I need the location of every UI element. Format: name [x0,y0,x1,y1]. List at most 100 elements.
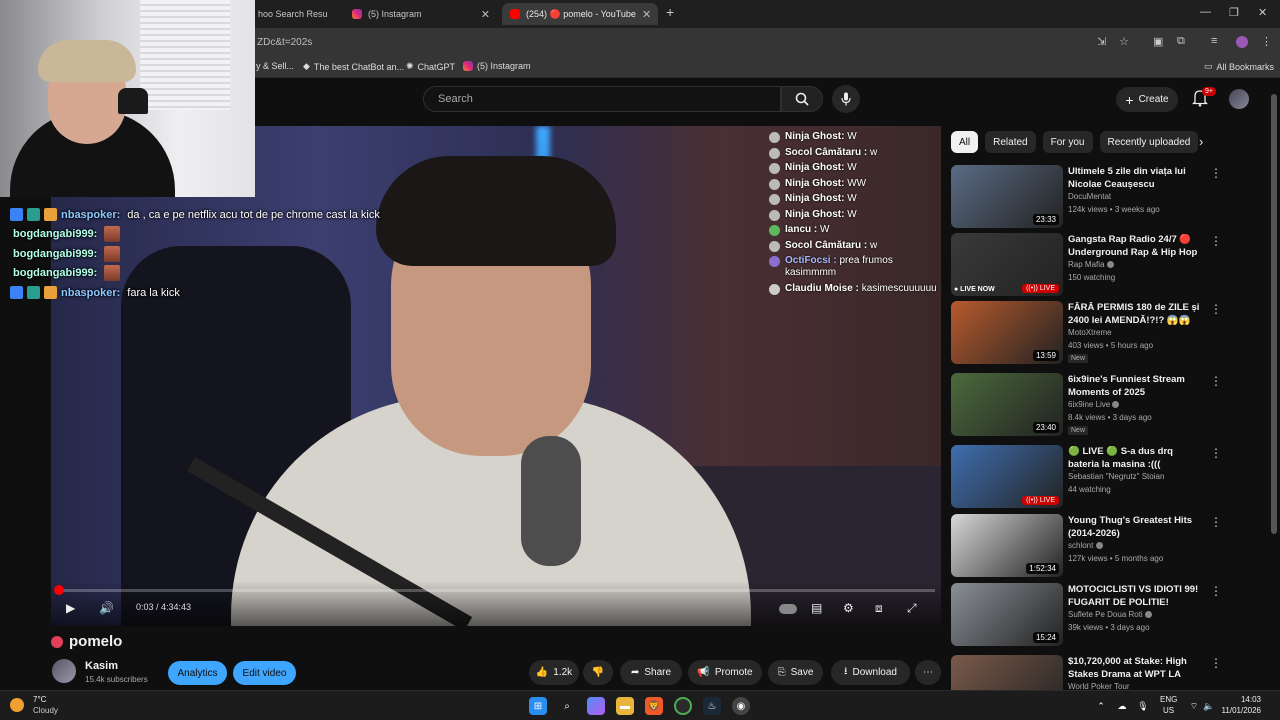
recommended-video[interactable]: ((•)) LIVE 🟢 LIVE 🟢 S-a dus drq bateria l… [951,445,1222,509]
more-vertical-icon[interactable]: ⋮ [1210,584,1222,598]
bookmark-item[interactable]: (5) Instagram [463,61,531,71]
video-player[interactable]: Ninja Ghost: W Socol Câmătaru : w Ninja Gh… [51,126,941,626]
video-thumbnail[interactable]: 23:40 [951,373,1063,436]
video-title[interactable]: FĂRĂ PERMIS 180 de ZILE și 2400 lei AMEN… [1068,302,1200,327]
recommended-video[interactable]: 15:24 MOTOCICLISTI VS IDIOTI 99! FUGARIT … [951,583,1222,647]
video-thumbnail[interactable]: 23:33 [951,165,1063,228]
recommended-video[interactable]: ((•)) LIVE ● LIVE NOW Gangsta Rap Radio 24… [951,233,1222,297]
clock-date[interactable]: 11/01/2026 [1220,706,1261,715]
file-explorer-icon[interactable]: ▬ [616,697,634,715]
create-button[interactable]: + Create [1116,87,1178,112]
play-icon[interactable]: ▶ [66,601,75,615]
fullscreen-icon[interactable]: ⤢ [907,601,917,616]
reading-list-icon[interactable]: ≡ [1211,35,1217,47]
profile-icon[interactable] [1236,36,1248,48]
more-vertical-icon[interactable]: ⋮ [1210,166,1222,180]
volume-icon[interactable]: 🔊 [99,601,114,615]
search-input[interactable]: Search [423,86,781,112]
all-bookmarks[interactable]: ▭ All Bookmarks [1204,61,1274,72]
video-thumbnail[interactable]: ((•)) LIVE [951,445,1063,508]
minimize-icon[interactable]: — [1200,6,1211,18]
close-window-icon[interactable]: ✕ [1258,6,1267,19]
video-title[interactable]: Young Thug's Greatest Hits (2014-2026) [1068,515,1200,540]
keyboard-region[interactable]: US [1163,706,1174,715]
chip-all[interactable]: All [951,131,979,153]
search-icon[interactable]: ⌕ [558,697,576,715]
video-title[interactable]: Gangsta Rap Radio 24/7 🔴 Underground Rap… [1068,234,1200,259]
tab-yahoo-search[interactable]: hoo Search Resu [250,3,342,25]
bookmark-item[interactable]: ◆ The best ChatBot an... [303,61,404,72]
channel-name[interactable]: 6ix9ine Live [1068,400,1120,409]
channel-name[interactable]: Rap Mafia [1068,260,1114,269]
video-title[interactable]: Ultimele 5 zile din viața lui Nicolae Ce… [1068,166,1200,191]
scrubber-handle[interactable] [54,585,64,595]
chevron-up-icon[interactable]: ⌃ [1092,697,1110,715]
settings-gear-icon[interactable]: ⚙ [843,601,854,615]
volume-tray-icon[interactable]: 🔈 [1200,697,1218,715]
network-icon[interactable]: ☁ [1113,697,1131,715]
video-title[interactable]: 🟢 LIVE 🟢 S-a dus drq bateria la masina :… [1068,446,1200,471]
recommended-video[interactable]: 23:40 6ix9ine's Funniest Stream Moments o… [951,373,1222,437]
mic-tray-icon[interactable]: 🎙 [1134,697,1152,715]
extension-icon[interactable]: ▣ [1153,35,1163,48]
scrollbar[interactable] [1271,86,1277,686]
chat-username[interactable]: nbaspoker: [61,287,120,299]
recommended-video[interactable]: 23:33 Ultimele 5 zile din viața lui Nicol… [951,165,1222,229]
account-avatar[interactable] [1229,89,1249,109]
chip-for-you[interactable]: For you [1042,131,1093,153]
promote-button[interactable]: 📢 Promote [688,660,762,685]
chat-username[interactable]: bogdangabi999: [13,267,97,279]
chevron-right-icon[interactable]: › [1199,134,1203,149]
more-vertical-icon[interactable]: ⋮ [1210,374,1222,388]
tab-instagram[interactable]: (5) Instagram ✕ [344,3,498,25]
channel-avatar[interactable] [52,659,76,683]
edit-video-button[interactable]: Edit video [233,661,296,685]
puzzle-icon[interactable]: ⧉ [1177,35,1185,48]
share-button[interactable]: ➦ Share [620,660,682,685]
autoplay-toggle[interactable] [779,604,797,614]
channel-name[interactable]: Kasim [85,660,118,672]
recommended-video[interactable]: 1:52:34 Young Thug's Greatest Hits (2014-… [951,514,1222,578]
video-thumbnail[interactable]: ((•)) LIVE ● LIVE NOW [951,233,1063,296]
video-thumbnail[interactable]: 13:59 [951,301,1063,364]
tab-youtube-pomelo[interactable]: (254) 🔴 pomelo - YouTube ✕ [502,3,658,25]
close-tab-icon[interactable]: ✕ [481,8,490,21]
more-actions-button[interactable]: ⋯ [915,660,941,685]
like-button[interactable]: 👍 1.2k [529,660,579,685]
voice-search-button[interactable] [832,85,860,113]
scrollbar-thumb[interactable] [1271,94,1277,534]
video-thumbnail[interactable]: 15:24 [951,583,1063,646]
channel-name[interactable]: MotoXtreme [1068,328,1112,337]
video-title[interactable]: 6ix9ine's Funniest Stream Moments of 202… [1068,374,1200,399]
progress-bar[interactable] [54,585,935,595]
menu-icon[interactable]: ⋮ [1261,35,1272,48]
maximize-icon[interactable]: ❐ [1229,6,1239,19]
search-button[interactable] [781,86,823,112]
chat-username[interactable]: bogdangabi999: [13,248,97,260]
video-thumbnail[interactable]: 1:52:34 [951,514,1063,577]
channel-name[interactable]: Sebastian "Negrutz" Stoian [1068,472,1164,481]
weather-icon[interactable] [10,698,24,712]
obs-icon[interactable]: ◉ [732,697,750,715]
channel-name[interactable]: Suflete Pe Doua Roti [1068,610,1152,619]
channel-name[interactable]: DocuMentat [1068,192,1111,201]
clock-time[interactable]: 14:03 [1225,695,1261,704]
more-vertical-icon[interactable]: ⋮ [1210,515,1222,529]
chat-username[interactable]: nbaspoker: [61,209,120,221]
chip-recently-uploaded[interactable]: Recently uploaded [1099,131,1199,153]
subtitles-icon[interactable]: ▤ [811,601,822,615]
keyboard-language[interactable]: ENG [1160,695,1177,704]
more-vertical-icon[interactable]: ⋮ [1210,656,1222,670]
chip-related[interactable]: Related [985,131,1036,153]
more-vertical-icon[interactable]: ⋮ [1210,446,1222,460]
miniplayer-icon[interactable]: ⧈ [875,601,883,616]
close-tab-icon[interactable]: ✕ [642,8,651,21]
chat-username[interactable]: bogdangabi999: [13,228,97,240]
channel-name[interactable]: schlont [1068,541,1103,550]
windows-start-icon[interactable]: ⊞ [529,697,547,715]
bookmark-item[interactable]: y & Sell... [256,61,294,71]
more-vertical-icon[interactable]: ⋮ [1210,302,1222,316]
video-title[interactable]: MOTOCICLISTI VS IDIOTI 99! FUGARIT DE PO… [1068,584,1200,609]
video-title[interactable]: $10,720,000 at Stake: High Stakes Drama … [1068,656,1200,681]
new-tab-icon[interactable]: + [666,4,674,20]
